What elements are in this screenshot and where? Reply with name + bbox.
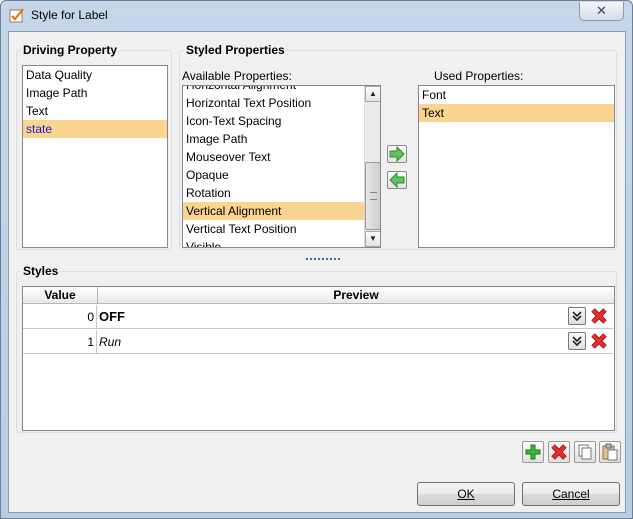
style-value[interactable]: 0: [23, 305, 97, 329]
scroll-up-button[interactable]: ▲: [365, 86, 380, 102]
column-header-value[interactable]: Value: [23, 287, 98, 304]
window-title: Style for Label: [31, 8, 108, 22]
close-icon: ✕: [596, 3, 607, 18]
edit-style-button[interactable]: [568, 307, 586, 325]
remove-property-button[interactable]: [387, 171, 407, 189]
arrow-right-icon: [389, 145, 405, 163]
driving-property-item[interactable]: Text: [23, 102, 167, 120]
title-bar[interactable]: Style for Label ✕: [1, 1, 632, 31]
available-property-item[interactable]: Horizontal Alignment: [183, 86, 366, 94]
used-property-item[interactable]: Font: [419, 86, 614, 104]
styles-group: Styles Value Preview 0 OFF 1 Run: [16, 264, 617, 433]
cancel-button[interactable]: Cancel: [522, 482, 620, 506]
available-properties-label: Available Properties:: [182, 69, 292, 83]
dialog-window: Style for Label ✕ Driving Property Data …: [0, 0, 633, 519]
copy-icon: [578, 444, 592, 460]
delete-x-icon: [551, 444, 567, 460]
available-property-item[interactable]: Vertical Alignment: [183, 202, 366, 220]
available-property-item[interactable]: Image Path: [183, 130, 366, 148]
add-property-button[interactable]: [387, 145, 407, 163]
paste-icon: [602, 443, 618, 461]
style-value[interactable]: 1: [23, 330, 97, 354]
driving-property-item[interactable]: state: [23, 120, 167, 138]
paste-button[interactable]: [599, 441, 621, 463]
styles-title: Styles: [21, 264, 61, 278]
add-style-button[interactable]: [522, 441, 544, 463]
close-button[interactable]: ✕: [579, 2, 624, 21]
delete-row-button[interactable]: [590, 332, 608, 350]
grip-icon: [370, 192, 377, 200]
arrow-left-icon: [389, 171, 405, 189]
scroll-thumb[interactable]: [365, 162, 380, 230]
available-property-item[interactable]: Visible: [183, 238, 366, 247]
double-chevron-down-icon: [572, 336, 582, 347]
used-property-item[interactable]: Text: [419, 104, 614, 122]
available-property-item[interactable]: Icon-Text Spacing: [183, 112, 366, 130]
copy-button[interactable]: [574, 441, 596, 463]
available-property-item[interactable]: Rotation: [183, 184, 366, 202]
plus-icon: [525, 444, 541, 460]
delete-row-button[interactable]: [590, 307, 608, 325]
cancel-label: Cancel: [552, 487, 590, 501]
column-header-preview[interactable]: Preview: [98, 287, 614, 304]
style-checkmark-icon: [9, 8, 24, 23]
scroll-down-button[interactable]: ▼: [365, 231, 380, 247]
available-property-item[interactable]: Opaque: [183, 166, 366, 184]
table-row[interactable]: 0 OFF: [23, 305, 613, 329]
double-chevron-down-icon: [572, 311, 582, 322]
edit-style-button[interactable]: [568, 332, 586, 350]
available-properties-list[interactable]: Horizontal Alignment Horizontal Text Posi…: [182, 85, 381, 248]
style-preview[interactable]: OFF: [99, 305, 125, 329]
panel-splitter[interactable]: [306, 258, 340, 260]
table-row[interactable]: 1 Run: [23, 330, 613, 354]
ok-label: OK: [457, 487, 475, 501]
style-preview[interactable]: Run: [99, 330, 121, 354]
available-property-item[interactable]: Horizontal Text Position: [183, 94, 366, 112]
driving-property-group: Driving Property Data Quality Image Path T…: [16, 43, 172, 250]
available-scrollbar[interactable]: ▲ ▼: [364, 86, 380, 247]
scroll-down-arrow-icon: ▼: [369, 234, 377, 243]
red-x-icon: [591, 308, 607, 324]
styled-properties-group: Styled Properties Available Properties: …: [179, 43, 617, 250]
used-properties-label: Used Properties:: [434, 69, 524, 83]
delete-style-button[interactable]: [548, 441, 570, 463]
available-property-item[interactable]: Mouseover Text: [183, 148, 366, 166]
driving-property-item[interactable]: Image Path: [23, 84, 167, 102]
driving-property-list[interactable]: Data Quality Image Path Text state: [22, 65, 168, 248]
used-properties-list[interactable]: Font Text: [418, 85, 615, 248]
driving-property-item[interactable]: Data Quality: [23, 66, 167, 84]
available-property-item[interactable]: Vertical Text Position: [183, 220, 366, 238]
dialog-content: Driving Property Data Quality Image Path T…: [8, 31, 626, 513]
driving-property-title: Driving Property: [21, 43, 120, 57]
styled-properties-title: Styled Properties: [184, 43, 287, 57]
scroll-up-arrow-icon: ▲: [369, 89, 377, 98]
styles-table: Value Preview 0 OFF 1 Run: [22, 286, 615, 431]
ok-button[interactable]: OK: [417, 482, 515, 506]
red-x-icon: [591, 333, 607, 349]
